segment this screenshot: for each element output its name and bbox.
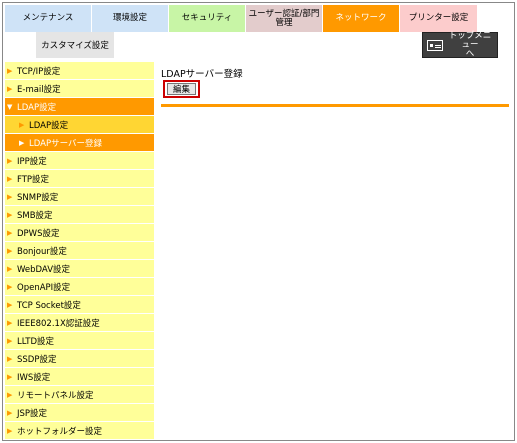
sidebar-item-dpws[interactable]: ▶ DPWS設定 [5,224,154,242]
arrow-right-icon: ▶ [7,264,13,273]
sidebar-item-tcp-socket[interactable]: ▶ TCP Socket設定 [5,296,154,314]
tab-network[interactable]: ネットワーク [323,5,400,32]
sidebar-item-smb[interactable]: ▶ SMB設定 [5,206,154,224]
sidebar-item-snmp[interactable]: ▶ SNMP設定 [5,188,154,206]
arrow-right-icon: ▶ [7,282,13,291]
tab-user-auth[interactable]: ユーザー認証/部門 管理 [246,5,323,32]
arrow-down-icon: ▼ [7,102,13,111]
arrow-right-icon: ▶ [7,228,13,237]
top-menu-label: トップメニュー へ [448,30,492,59]
sidebar-item-openapi[interactable]: ▶ OpenAPI設定 [5,278,154,296]
arrow-right-icon: ▶ [7,192,13,201]
sidebar-item-remote-panel[interactable]: ▶ リモートパネル設定 [5,386,154,404]
sidebar-item-hot-folder[interactable]: ▶ ホットフォルダー設定 [5,422,154,440]
sidebar-item-ieee8021x[interactable]: ▶ IEEE802.1X認証設定 [5,314,154,332]
divider [161,104,509,107]
tab-environment[interactable]: 環境設定 [92,5,169,32]
arrow-right-icon: ▶ [7,390,13,399]
tab-maintenance[interactable]: メンテナンス [5,5,92,32]
sidebar-item-email[interactable]: ▶ E-mail設定 [5,80,154,98]
sidebar-subitem-ldap-settings[interactable]: ▶ LDAP設定 [5,116,154,134]
sidebar-item-lltd[interactable]: ▶ LLTD設定 [5,332,154,350]
arrow-right-icon: ▶ [7,426,13,435]
browser-frame: メンテナンス 環境設定 セキュリティ ユーザー認証/部門 管理 ネットワーク プ… [2,2,515,441]
tab-security[interactable]: セキュリティ [169,5,246,32]
secondary-tab-bar: カスタマイズ設定 [36,32,114,58]
main-content: LDAPサーバー登録 編集 [161,66,509,107]
arrow-right-icon: ▶ [19,138,25,147]
edit-button[interactable]: 編集 [167,83,196,95]
sidebar-item-ftp[interactable]: ▶ FTP設定 [5,170,154,188]
top-menu-button[interactable]: トップメニュー へ [422,30,498,59]
arrow-right-icon: ▶ [7,354,13,363]
sidebar-item-jsp[interactable]: ▶ JSP設定 [5,404,154,422]
main-tab-bar: メンテナンス 環境設定 セキュリティ ユーザー認証/部門 管理 ネットワーク プ… [5,5,478,32]
arrow-right-icon: ▶ [7,66,13,75]
arrow-right-icon: ▶ [19,120,25,129]
arrow-right-icon: ▶ [7,156,13,165]
arrow-right-icon: ▶ [7,372,13,381]
sidebar-item-bonjour[interactable]: ▶ Bonjour設定 [5,242,154,260]
tab-user-auth-label: ユーザー認証/部門 管理 [248,8,320,28]
arrow-right-icon: ▶ [7,84,13,93]
arrow-right-icon: ▶ [7,336,13,345]
page-title: LDAPサーバー登録 [161,69,243,80]
sidebar-item-tcpip[interactable]: ▶ TCP/IP設定 [5,62,154,80]
menu-icon [427,39,443,51]
arrow-right-icon: ▶ [7,246,13,255]
sidebar-item-ldap[interactable]: ▼ LDAP設定 [5,98,154,116]
arrow-right-icon: ▶ [7,174,13,183]
tab-printer[interactable]: プリンター設定 [400,5,478,32]
sidebar-item-ssdp[interactable]: ▶ SSDP設定 [5,350,154,368]
sidebar-subitem-ldap-server[interactable]: ▶ LDAPサーバー登録 [5,134,154,152]
sidebar-item-webdav[interactable]: ▶ WebDAV設定 [5,260,154,278]
tab-customize[interactable]: カスタマイズ設定 [36,32,114,58]
edit-button-highlight: 編集 [163,80,200,98]
sidebar-item-ipp[interactable]: ▶ IPP設定 [5,152,154,170]
arrow-right-icon: ▶ [7,210,13,219]
arrow-right-icon: ▶ [7,300,13,309]
sidebar-item-iws[interactable]: ▶ IWS設定 [5,368,154,386]
arrow-right-icon: ▶ [7,408,13,417]
sidebar: ▶ TCP/IP設定 ▶ E-mail設定 ▼ LDAP設定 ▶ LDAP設定 ▶ LDA… [5,62,154,440]
arrow-right-icon: ▶ [7,318,13,327]
